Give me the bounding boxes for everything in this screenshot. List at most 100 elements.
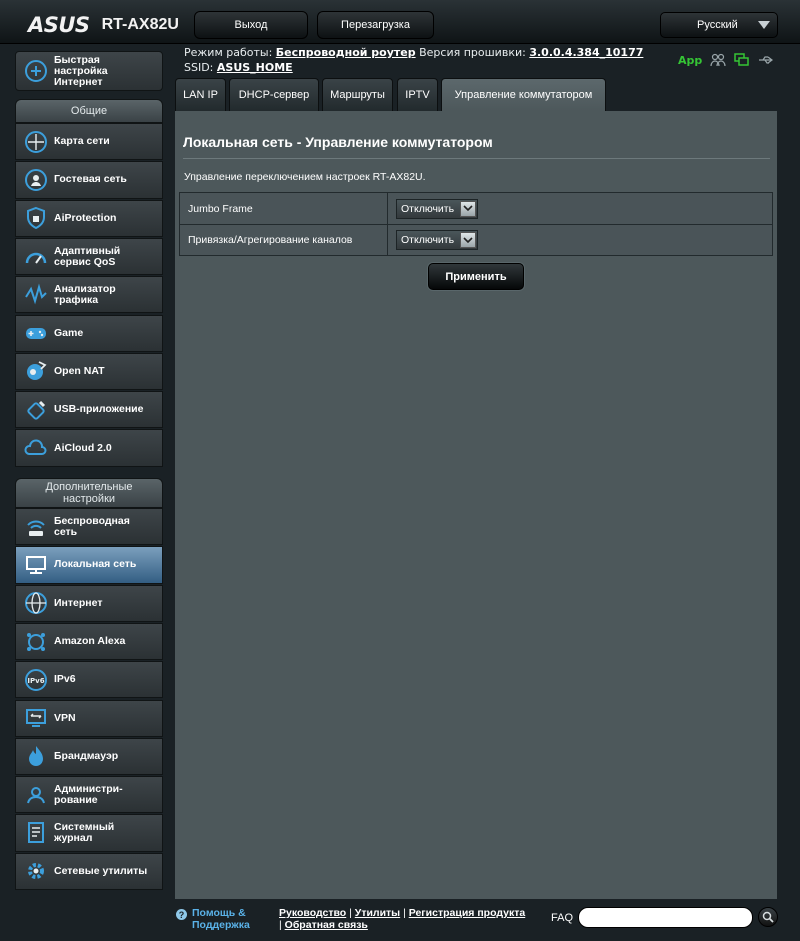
sidebar-item-label: USB-приложение xyxy=(54,403,144,416)
title-divider xyxy=(183,158,770,159)
firmware-label: Версия прошивки: xyxy=(419,46,526,59)
sidebar-item-aicloud[interactable]: AiCloud 2.0 xyxy=(15,429,163,467)
router-model: RT-AX82U xyxy=(101,16,179,33)
sidebar-item-label: Брандмауэр xyxy=(54,749,119,762)
page-description: Управление переключением настроек RT-AX8… xyxy=(184,171,426,183)
chevron-down-icon xyxy=(460,232,476,248)
guest-network-icon xyxy=(20,164,52,196)
help-label: Помощь & Поддержка xyxy=(192,907,250,931)
app-link[interactable]: App xyxy=(678,54,702,67)
usb-icon xyxy=(20,394,52,426)
main-panel: Локальная сеть - Управление коммутатором… xyxy=(175,111,777,899)
sidebar-item-network-map[interactable]: Карта сети xyxy=(15,123,163,161)
search-button[interactable] xyxy=(758,907,778,927)
asus-logo: ASUS RT-AX82U xyxy=(28,13,179,37)
sidebar-item-alexa[interactable]: Amazon Alexa xyxy=(15,622,163,661)
sidebar-item-globe[interactable]: Интернет xyxy=(15,584,163,622)
alexa-icon xyxy=(20,626,52,658)
qos-icon xyxy=(20,241,52,273)
registration-link[interactable]: Регистрация продукта xyxy=(409,907,526,919)
sidebar-item-ipv6[interactable]: IPv6 IPv6 xyxy=(15,661,163,699)
sidebar-item-system-log[interactable]: Системный журнал xyxy=(15,814,163,852)
setting-row-link-aggregation: Привязка/Агрегирование каналов Отключить xyxy=(180,224,772,255)
clients-icon[interactable] xyxy=(710,53,726,67)
utilities-link[interactable]: Утилиты xyxy=(355,907,400,919)
sidebar-item-open-nat[interactable]: Open NAT xyxy=(15,352,163,391)
operation-mode-link[interactable]: Беспроводной роутер xyxy=(276,46,416,59)
sidebar-item-qos[interactable]: Адаптивный сервис QoS xyxy=(15,237,163,276)
firmware-version-link[interactable]: 3.0.0.4.384_10177 xyxy=(529,46,643,59)
sidebar-item-wireless[interactable]: Беспроводная сеть xyxy=(15,508,163,546)
sidebar-item-guest-network[interactable]: Гостевая сеть xyxy=(15,161,163,199)
select-value: Отключить xyxy=(401,202,455,215)
sidebar-item-label: Администри-рование xyxy=(54,782,123,806)
wireless-icon xyxy=(20,511,52,543)
sidebar-item-aiprotection[interactable]: AiProtection xyxy=(15,199,163,237)
sidebar-item-gamepad[interactable]: Game xyxy=(15,314,163,352)
sidebar-item-label: Гостевая сеть xyxy=(54,173,127,186)
language-value: Русский xyxy=(697,19,738,31)
mode-label: Режим работы: xyxy=(184,46,273,59)
ssid-label: SSID: xyxy=(184,61,214,74)
ssid-link[interactable]: ASUS_HOME xyxy=(217,61,293,74)
sidebar-item-usb[interactable]: USB-приложение xyxy=(15,391,163,429)
sidebar-item-label: Game xyxy=(54,326,84,339)
setting-label: Привязка/Агрегирование каналов xyxy=(180,225,388,255)
top-bar: ASUS RT-AX82U Выход Перезагрузка Русский xyxy=(0,0,800,44)
setting-row-jumbo-frame: Jumbo Frame Отключить xyxy=(180,193,772,224)
sidebar-item-label: AiCloud 2.0 xyxy=(54,441,112,454)
gamepad-icon xyxy=(20,317,52,349)
network-map-icon xyxy=(20,126,52,158)
page-title: Локальная сеть - Управление коммутатором xyxy=(183,134,493,150)
sidebar-quick-setup[interactable]: Быстрая настройка Интернет xyxy=(15,51,163,91)
sidebar-item-label: Карта сети xyxy=(54,135,110,148)
sidebar-item-label: Беспроводная сеть xyxy=(54,514,130,538)
aicloud-icon xyxy=(20,432,52,464)
traffic-analyzer-icon xyxy=(20,279,52,311)
network-status-icon[interactable] xyxy=(734,53,750,67)
settings-table: Jumbo Frame Отключить Привязка/Агрегиров… xyxy=(179,192,773,256)
open-nat-icon xyxy=(20,355,52,387)
firewall-icon xyxy=(20,740,52,772)
logout-button[interactable]: Выход xyxy=(194,11,308,39)
tab-4[interactable]: IPTV xyxy=(397,78,438,111)
network-tools-icon xyxy=(20,855,52,887)
tab-3[interactable]: Маршруты xyxy=(322,78,393,111)
sidebar-item-label: Системный журнал xyxy=(54,821,115,845)
sidebar-item-label: Open NAT xyxy=(54,364,105,377)
sidebar-item-label: Анализатор трафика xyxy=(54,282,116,306)
sidebar-item-label: Адаптивный сервис QoS xyxy=(54,244,121,268)
admin-icon xyxy=(20,779,52,811)
tab-1[interactable]: LAN IP xyxy=(175,78,226,111)
jumbo-frame-select[interactable]: Отключить xyxy=(396,198,478,219)
sidebar-item-network-tools[interactable]: Сетевые утилиты xyxy=(15,852,163,890)
sidebar-item-traffic-analyzer[interactable]: Анализатор трафика xyxy=(15,276,163,314)
faq-label: FAQ xyxy=(551,912,574,924)
manual-link[interactable]: Руководство xyxy=(279,907,346,919)
feedback-link[interactable]: Обратная связь xyxy=(285,919,368,931)
faq-search-input[interactable] xyxy=(578,907,753,928)
tab-5[interactable]: Управление коммутатором xyxy=(441,78,606,111)
brand-logo: ASUS xyxy=(28,13,90,37)
status-info: Режим работы: Беспроводной роутер Версия… xyxy=(184,45,643,75)
status-icons: App xyxy=(678,52,774,68)
apply-button[interactable]: Применить xyxy=(428,263,524,290)
sidebar-item-label: Сетевые утилиты xyxy=(54,864,148,877)
sidebar-item-label: Локальная сеть xyxy=(54,558,137,571)
sidebar-item-firewall[interactable]: Брандмауэр xyxy=(15,737,163,776)
link-aggregation-select[interactable]: Отключить xyxy=(396,230,478,250)
footer-links: Руководство | Утилиты | Регистрация прод… xyxy=(279,907,526,931)
chevron-down-icon xyxy=(758,21,770,29)
sidebar-item-lan[interactable]: Локальная сеть xyxy=(15,546,163,584)
usb-status-icon[interactable] xyxy=(758,53,774,67)
sidebar-item-label: VPN xyxy=(54,711,76,724)
sidebar-item-label: IPv6 xyxy=(54,673,76,686)
sidebar-item-admin[interactable]: Администри-рование xyxy=(15,776,163,814)
chevron-down-icon xyxy=(460,200,476,217)
sidebar-item-vpn[interactable]: VPN xyxy=(15,699,163,737)
reboot-button[interactable]: Перезагрузка xyxy=(317,11,434,39)
help-support-link[interactable]: ? Помощь & Поддержка xyxy=(176,907,262,931)
tab-2[interactable]: DHCP-сервер xyxy=(229,78,319,111)
language-select[interactable]: Русский xyxy=(660,12,778,38)
ipv6-icon: IPv6 xyxy=(20,664,52,696)
